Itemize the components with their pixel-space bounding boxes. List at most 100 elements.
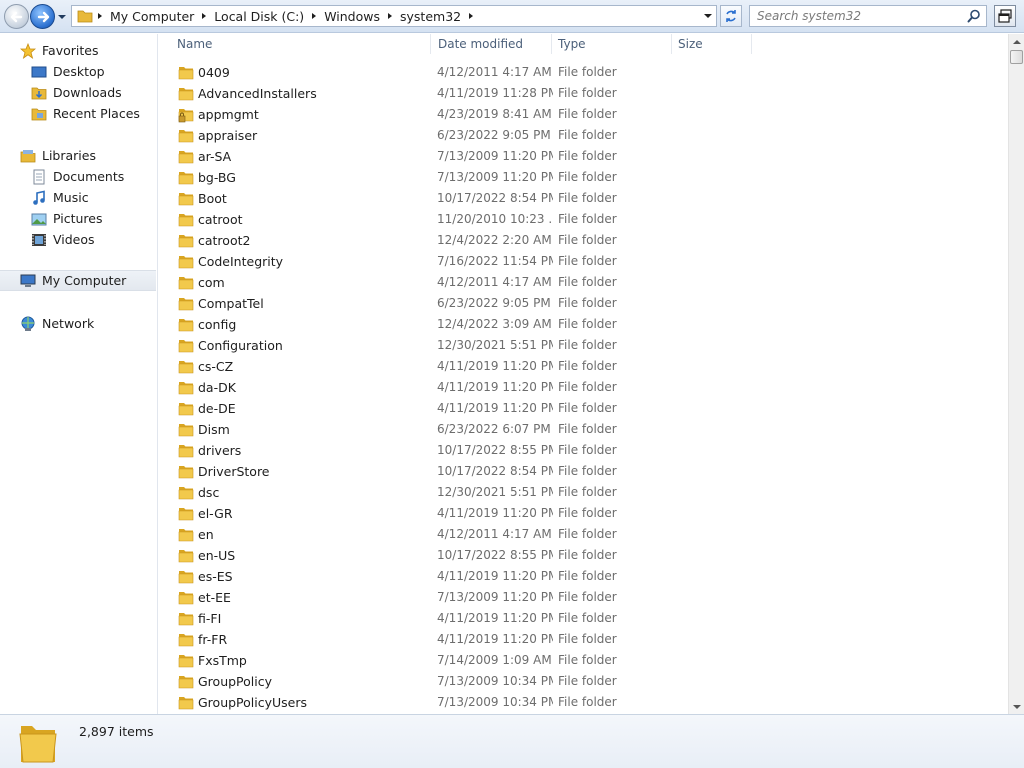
folder-icon — [178, 424, 194, 437]
scroll-down-button[interactable] — [1009, 699, 1024, 714]
file-type: File folder — [558, 86, 617, 100]
column-header-size[interactable]: Size — [672, 34, 752, 54]
breadcrumb-system32[interactable]: system32 — [397, 9, 464, 24]
file-name: AdvancedInstallers — [198, 86, 317, 101]
file-name: DriverStore — [198, 464, 270, 479]
breadcrumb-windows[interactable]: Windows — [321, 9, 383, 24]
column-header-name[interactable]: Name — [171, 34, 431, 54]
file-row[interactable]: config 12/4/2022 3:09 AM File folder — [159, 314, 1008, 335]
sidebar-item-videos[interactable]: Videos — [0, 229, 156, 250]
file-row[interactable]: cs-CZ 4/11/2019 11:20 PM File folder — [159, 356, 1008, 377]
file-row[interactable]: dsc 12/30/2021 5:51 PM File folder — [159, 482, 1008, 503]
folder-icon — [178, 340, 194, 353]
sidebar-item-pictures[interactable]: Pictures — [0, 208, 156, 229]
breadcrumb-chevron-icon[interactable] — [307, 12, 321, 20]
file-row[interactable]: de-DE 4/11/2019 11:20 PM File folder — [159, 398, 1008, 419]
vertical-scrollbar[interactable] — [1008, 34, 1024, 714]
locked-folder-icon — [178, 109, 194, 123]
scroll-up-button[interactable] — [1009, 34, 1024, 49]
file-name: config — [198, 317, 237, 332]
folder-icon — [178, 676, 194, 689]
file-date-modified: 11/20/2010 10:23 ... — [437, 212, 553, 226]
file-row[interactable]: et-EE 7/13/2009 11:20 PM File folder — [159, 587, 1008, 608]
file-name: appmgmt — [198, 107, 259, 122]
chevron-up-icon — [1012, 39, 1021, 44]
address-history-chevron-down-icon[interactable] — [703, 11, 713, 21]
forward-arrow-icon — [37, 11, 50, 23]
file-row[interactable]: AdvancedInstallers 4/11/2019 11:28 PM File… — [159, 83, 1008, 104]
file-row[interactable]: FxsTmp 7/14/2009 1:09 AM File folder — [159, 650, 1008, 671]
sidebar-item-label: Libraries — [42, 148, 96, 163]
search-icon[interactable] — [967, 9, 981, 23]
file-date-modified: 4/11/2019 11:20 PM — [437, 569, 553, 583]
star-icon — [20, 42, 36, 59]
file-row[interactable]: drivers 10/17/2022 8:55 PM File folder — [159, 440, 1008, 461]
file-row[interactable]: en 4/12/2011 4:17 AM File folder — [159, 524, 1008, 545]
file-row[interactable]: GroupPolicy 7/13/2009 10:34 PM File folder — [159, 671, 1008, 692]
recent-pages-chevron-down-icon[interactable] — [57, 12, 67, 22]
breadcrumb-chevron-icon[interactable] — [93, 12, 107, 20]
folder-icon — [178, 235, 194, 248]
sidebar-item-label: Music — [53, 190, 89, 205]
folder-icon — [178, 214, 194, 227]
column-header-date-modified[interactable]: Date modified — [432, 34, 552, 54]
file-row[interactable]: appraiser 6/23/2022 9:05 PM File folder — [159, 125, 1008, 146]
file-row[interactable]: da-DK 4/11/2019 11:20 PM File folder — [159, 377, 1008, 398]
sidebar-item-favorites[interactable]: Favorites — [0, 40, 156, 61]
sidebar-item-downloads[interactable]: Downloads — [0, 82, 156, 103]
pictures-icon — [31, 211, 47, 227]
restore-window-button[interactable] — [994, 5, 1016, 27]
file-row[interactable]: GroupPolicyUsers 7/13/2009 10:34 PM File f… — [159, 692, 1008, 713]
file-row[interactable]: Boot 10/17/2022 8:54 PM File folder — [159, 188, 1008, 209]
file-row[interactable]: com 4/12/2011 4:17 AM File folder — [159, 272, 1008, 293]
file-row[interactable]: fr-FR 4/11/2019 11:20 PM File folder — [159, 629, 1008, 650]
file-row[interactable]: CodeIntegrity 7/16/2022 11:54 PM File fold… — [159, 251, 1008, 272]
address-bar[interactable]: My Computer Local Disk (C:) Windows syst… — [71, 5, 717, 27]
file-row[interactable]: catroot 11/20/2010 10:23 ... File folder — [159, 209, 1008, 230]
column-header-type[interactable]: Type — [552, 34, 672, 54]
file-date-modified: 4/11/2019 11:20 PM — [437, 632, 553, 646]
file-row[interactable]: bg-BG 7/13/2009 11:20 PM File folder — [159, 167, 1008, 188]
folder-icon — [178, 445, 194, 458]
breadcrumb-chevron-icon[interactable] — [464, 12, 478, 20]
sidebar-item-desktop[interactable]: Desktop — [0, 61, 156, 82]
forward-button[interactable] — [30, 4, 55, 29]
file-row[interactable]: Configuration 12/30/2021 5:51 PM File fold… — [159, 335, 1008, 356]
sidebar-item-network[interactable]: Network — [0, 313, 156, 334]
file-row[interactable]: el-GR 4/11/2019 11:20 PM File folder — [159, 503, 1008, 524]
file-row[interactable]: CompatTel 6/23/2022 9:05 PM File folder — [159, 293, 1008, 314]
breadcrumb-local-disk[interactable]: Local Disk (C:) — [211, 9, 307, 24]
sidebar-item-libraries[interactable]: Libraries — [0, 145, 156, 166]
breadcrumb-my-computer[interactable]: My Computer — [107, 9, 197, 24]
folder-icon — [178, 592, 194, 605]
refresh-button[interactable] — [720, 5, 742, 27]
file-type: File folder — [558, 611, 617, 625]
file-name: fi-FI — [198, 611, 222, 626]
file-type: File folder — [558, 695, 617, 709]
sidebar-item-recent-places[interactable]: Recent Places — [0, 103, 156, 124]
file-row[interactable]: 0409 4/12/2011 4:17 AM File folder — [159, 62, 1008, 83]
sidebar-item-my-computer[interactable]: My Computer — [0, 270, 156, 291]
file-row[interactable]: Dism 6/23/2022 6:07 PM File folder — [159, 419, 1008, 440]
search-input[interactable] — [750, 6, 960, 26]
back-button[interactable] — [4, 4, 29, 29]
scrollbar-thumb[interactable] — [1010, 50, 1023, 64]
file-row[interactable]: catroot2 12/4/2022 2:20 AM File folder — [159, 230, 1008, 251]
file-name: catroot — [198, 212, 243, 227]
sidebar-item-documents[interactable]: Documents — [0, 166, 156, 187]
sidebar-item-music[interactable]: Music — [0, 187, 156, 208]
folder-icon — [19, 726, 57, 763]
folder-icon — [178, 403, 194, 416]
file-row[interactable]: ar-SA 7/13/2009 11:20 PM File folder — [159, 146, 1008, 167]
videos-icon — [31, 232, 47, 248]
file-type: File folder — [558, 380, 617, 394]
folder-icon — [178, 529, 194, 542]
search-box[interactable] — [749, 5, 987, 27]
file-row[interactable]: appmgmt 4/23/2019 8:41 AM File folder — [159, 104, 1008, 125]
file-row[interactable]: fi-FI 4/11/2019 11:20 PM File folder — [159, 608, 1008, 629]
file-row[interactable]: DriverStore 10/17/2022 8:54 PM File folder — [159, 461, 1008, 482]
breadcrumb-chevron-icon[interactable] — [383, 12, 397, 20]
breadcrumb-chevron-icon[interactable] — [197, 12, 211, 20]
file-row[interactable]: en-US 10/17/2022 8:55 PM File folder — [159, 545, 1008, 566]
file-row[interactable]: es-ES 4/11/2019 11:20 PM File folder — [159, 566, 1008, 587]
